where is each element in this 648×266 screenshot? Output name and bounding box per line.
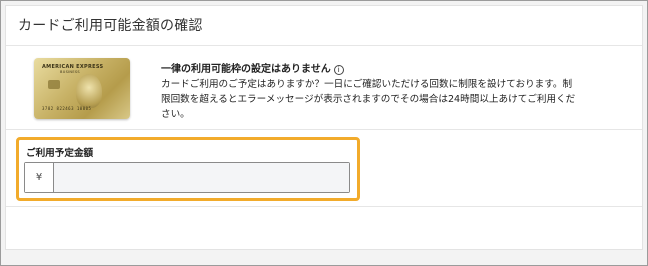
panel-header: カードご利用可能金額の確認 bbox=[6, 6, 642, 46]
amount-input[interactable] bbox=[55, 163, 349, 192]
card-number-text: 3782 822463 10005 bbox=[42, 106, 92, 111]
amount-section: ご利用予定金額 ¥ bbox=[16, 137, 360, 201]
card-image: AMERICAN EXPRESS BUSINESS 3782 822463 10… bbox=[34, 58, 130, 119]
card-info-row: AMERICAN EXPRESS BUSINESS 3782 822463 10… bbox=[6, 47, 642, 130]
info-description: カードご利用のご予定はありますか？一日にご確認いただける回数に制限を設けておりま… bbox=[161, 79, 576, 120]
card-chip bbox=[48, 80, 60, 89]
window-frame: カードご利用可能金額の確認 AMERICAN EXPRESS BUSINESS … bbox=[0, 0, 648, 266]
confirmation-panel: カードご利用可能金額の確認 AMERICAN EXPRESS BUSINESS … bbox=[5, 5, 643, 250]
yen-currency-prefix: ¥ bbox=[25, 163, 54, 192]
centurion-emblem bbox=[76, 74, 102, 108]
card-sub-text: BUSINESS bbox=[60, 70, 80, 74]
amount-label: ご利用予定金額 bbox=[26, 148, 94, 159]
section-divider bbox=[6, 206, 642, 207]
info-title: 一律の利用可能枠の設定はありません i bbox=[161, 60, 344, 75]
info-title-text: 一律の利用可能枠の設定はありません bbox=[161, 64, 331, 75]
page-title: カードご利用可能金額の確認 bbox=[18, 18, 203, 34]
info-icon[interactable]: i bbox=[333, 65, 344, 75]
amount-input-group: ¥ bbox=[24, 162, 350, 193]
